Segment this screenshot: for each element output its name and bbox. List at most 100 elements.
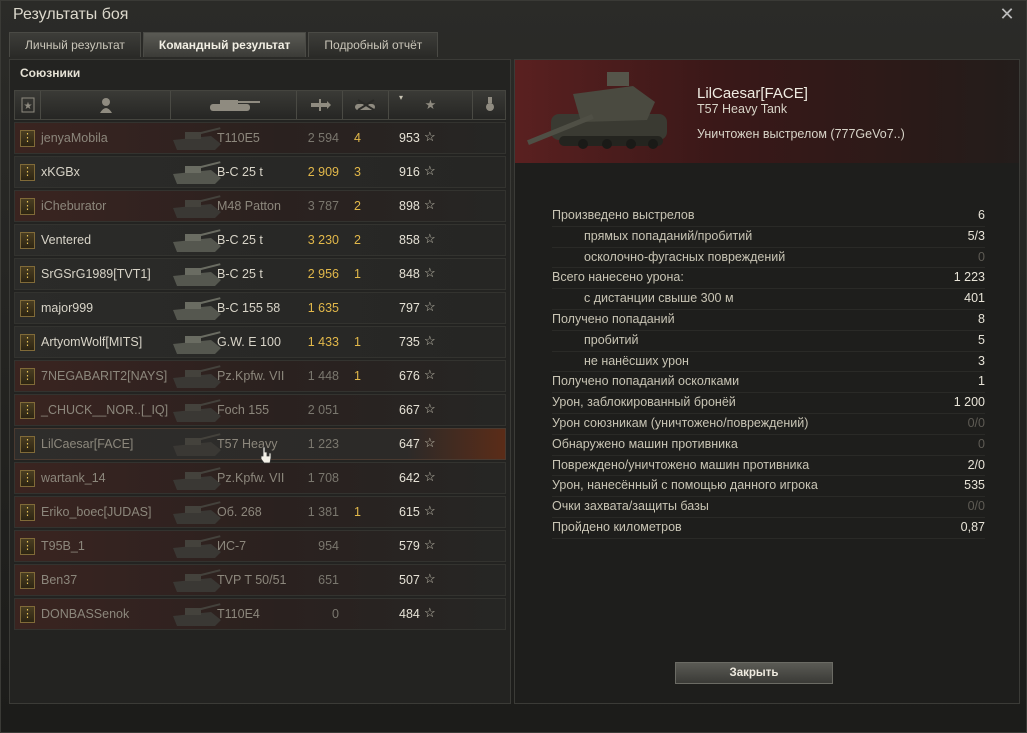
player-row[interactable]: ⋮ Ben37 TVP T 50/51 651 507 ☆ xyxy=(14,564,506,596)
tank-name: B-C 155 58 xyxy=(217,301,281,315)
team-title: Союзники xyxy=(20,66,81,80)
player-row[interactable]: ⋮ wartank_14 Pz.Kpfw. VII 1 708 642 ☆ xyxy=(14,462,506,494)
star-icon: ☆ xyxy=(424,367,436,382)
player-row[interactable]: ⋮ T95B_1 ИС-7 954 579 ☆ xyxy=(14,530,506,562)
damage-value: 651 xyxy=(318,573,339,587)
stat-row: не нанёсших урон 3 xyxy=(552,352,985,373)
rank-badge-icon: ⋮ xyxy=(20,232,35,249)
player-row[interactable]: ⋮ Ventered B-C 25 t 3 230 2 858 ☆ xyxy=(14,224,506,256)
star-icon: ☆ xyxy=(424,197,436,212)
star-icon: ☆ xyxy=(424,265,436,280)
player-row[interactable]: ⋮ _CHUCK__NOR..[_IQ] Foch 155 2 051 667 … xyxy=(14,394,506,426)
damage-icon[interactable] xyxy=(297,91,343,119)
xp-value: 507 xyxy=(399,573,420,587)
tank-icon xyxy=(173,501,221,524)
player-row[interactable]: ⋮ xKGBx B-C 25 t 2 909 3 916 ☆ xyxy=(14,156,506,188)
rank-badge-icon: ⋮ xyxy=(20,402,35,419)
damage-value: 954 xyxy=(318,539,339,553)
rank-badge-icon: ⋮ xyxy=(20,504,35,521)
stat-label: не нанёсших урон xyxy=(584,353,689,368)
tab-detailed[interactable]: Подробный отчёт xyxy=(308,32,439,57)
rank-badge-icon: ⋮ xyxy=(20,538,35,555)
xp-value: 676 xyxy=(399,369,420,383)
stat-label: Урон, нанесённый с помощью данного игрок… xyxy=(552,478,818,493)
xp-value: 797 xyxy=(399,301,420,315)
star-icon: ☆ xyxy=(424,299,436,314)
tank-image xyxy=(527,72,667,149)
tab-bar: Личный результат Командный результат Под… xyxy=(9,32,440,58)
mouse-cursor-icon xyxy=(260,446,272,464)
star-icon: ☆ xyxy=(424,537,436,552)
damage-value: 3 787 xyxy=(307,199,339,213)
xp-icon[interactable]: ▾ ★ xyxy=(389,91,473,119)
close-button[interactable]: Закрыть xyxy=(675,662,833,684)
tank-name: T57 Heavy Tank xyxy=(697,102,788,116)
star-icon: ☆ xyxy=(424,435,436,450)
star-icon: ☆ xyxy=(424,503,436,518)
xp-value: 916 xyxy=(399,165,420,179)
xp-value: 579 xyxy=(399,539,420,553)
player-name: SrGSrG1989[TVT1] xyxy=(41,267,151,281)
team-panel: Союзники ★ ▾ ★ ⋮ jenyaMobila T110E5 2 59… xyxy=(9,59,511,704)
player-row[interactable]: ⋮ iCheburator M48 Patton 3 787 2 898 ☆ xyxy=(14,190,506,222)
player-row[interactable]: ⋮ 7NEGABARIT2[NAYS] Pz.Kpfw. VII 1 448 1… xyxy=(14,360,506,392)
stat-value: 0 xyxy=(978,249,985,264)
tank-name: T110E5 xyxy=(217,131,260,145)
player-row[interactable]: ⋮ DONBASSenok T110E4 0 484 ☆ xyxy=(14,598,506,630)
player-detail-panel: LilCaesar[FACE] T57 Heavy Tank Уничтожен… xyxy=(514,59,1020,704)
stat-label: Обнаружено машин противника xyxy=(552,436,738,451)
rank-icon[interactable]: ★ xyxy=(15,91,41,119)
player-name: Ventered xyxy=(41,233,92,247)
damage-value: 1 708 xyxy=(307,471,339,485)
player-row[interactable]: ⋮ ArtyomWolf[MITS] G.W. E 100 1 433 1 73… xyxy=(14,326,506,358)
player-row[interactable]: ⋮ Eriko_boec[JUDAS] Об. 268 1 381 1 615 … xyxy=(14,496,506,528)
damage-value: 1 381 xyxy=(307,505,339,519)
damage-value: 1 635 xyxy=(307,301,339,315)
tab-team[interactable]: Командный результат xyxy=(142,32,307,57)
xp-value: 647 xyxy=(399,437,420,451)
tank-icon xyxy=(173,331,221,354)
player-row[interactable]: ⋮ SrGSrG1989[TVT1] B-C 25 t 2 956 1 848 … xyxy=(14,258,506,290)
stat-row: Очки захвата/защиты базы 0/0 xyxy=(552,497,985,518)
xp-value: 667 xyxy=(399,403,420,417)
tank-name: TVP T 50/51 xyxy=(217,573,287,587)
death-reason: Уничтожен выстрелом (777GeVo7..) xyxy=(697,127,905,141)
stat-label: Произведено выстрелов xyxy=(552,208,695,222)
xp-value: 858 xyxy=(399,233,420,247)
stat-row: Урон, нанесённый с помощью данного игрок… xyxy=(552,476,985,498)
kills-value: 3 xyxy=(354,165,361,179)
xp-value: 848 xyxy=(399,267,420,281)
player-row[interactable]: ⋮ major999 B-C 155 58 1 635 797 ☆ xyxy=(14,292,506,324)
damage-value: 1 433 xyxy=(307,335,339,349)
player-row[interactable]: ⋮ jenyaMobila T110E5 2 594 4 953 ☆ xyxy=(14,122,506,154)
medal-icon[interactable] xyxy=(473,91,507,119)
rank-badge-icon: ⋮ xyxy=(20,266,35,283)
stat-label: Очки захвата/защиты базы xyxy=(552,499,709,514)
kills-value: 1 xyxy=(354,335,361,349)
svg-text:★: ★ xyxy=(23,101,32,112)
kills-icon[interactable] xyxy=(343,91,389,119)
tank-name: T110E4 xyxy=(217,607,260,621)
close-icon[interactable]: ✕ xyxy=(998,5,1016,23)
window-title: Результаты боя xyxy=(13,6,129,23)
player-name: Eriko_boec[JUDAS] xyxy=(41,505,152,519)
damage-value: 2 594 xyxy=(307,131,339,145)
tank-name: B-C 25 t xyxy=(217,267,263,281)
star-icon: ☆ xyxy=(424,605,436,620)
stat-value: 1 223 xyxy=(953,270,985,285)
tab-personal[interactable]: Личный результат xyxy=(9,32,141,57)
xp-value: 642 xyxy=(399,471,420,485)
damage-value: 0 xyxy=(332,607,339,621)
rank-badge-icon: ⋮ xyxy=(20,368,35,385)
player-hero: LilCaesar[FACE] T57 Heavy Tank Уничтожен… xyxy=(515,60,1019,163)
stat-label: Урон, заблокированный бронёй xyxy=(552,395,736,410)
rank-badge-icon: ⋮ xyxy=(20,164,35,181)
stat-value: 0,87 xyxy=(960,519,985,534)
player-name: LilCaesar[FACE] xyxy=(41,437,134,451)
player-name: major999 xyxy=(41,301,94,315)
tank-icon xyxy=(173,365,221,388)
stat-row: с дистанции свыше 300 м 401 xyxy=(552,289,985,310)
player-icon[interactable] xyxy=(41,91,171,119)
stat-label: Получено попаданий xyxy=(552,311,675,326)
tank-icon[interactable] xyxy=(171,91,297,119)
